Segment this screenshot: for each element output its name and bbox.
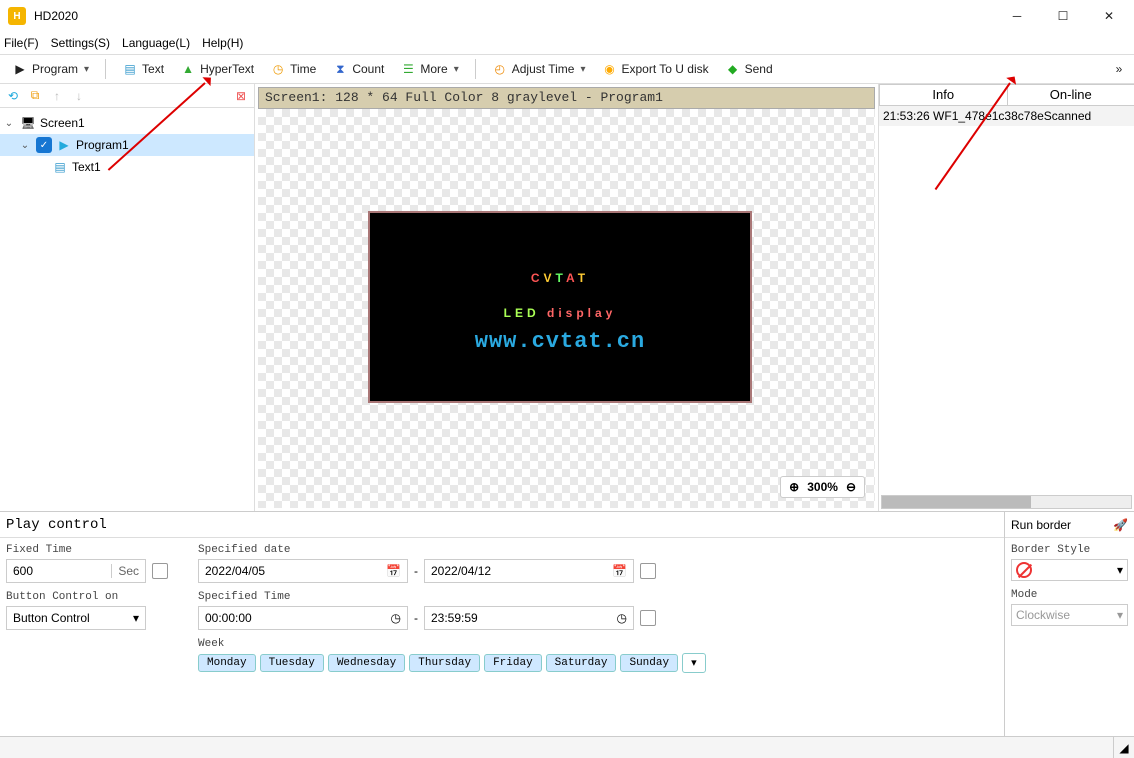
maximize-button[interactable]: ☐ xyxy=(1040,1,1086,31)
hourglass-icon: ⧗ xyxy=(332,61,348,77)
border-style-select[interactable]: ▾ xyxy=(1011,559,1128,581)
tree-screen[interactable]: ⌄🖥 Screen1 xyxy=(0,112,254,134)
zoom-out-icon[interactable]: ⊖ xyxy=(846,480,856,494)
zoom-control[interactable]: ⊕ 300% ⊖ xyxy=(780,476,865,498)
time-to-input[interactable]: 23:59:59◷ xyxy=(424,606,634,630)
time-from-input[interactable]: 00:00:00◷ xyxy=(198,606,408,630)
calendar-icon: 📅 xyxy=(612,564,627,578)
specified-time-label: Specified Time xyxy=(198,591,998,603)
time-button[interactable]: ◷Time xyxy=(264,59,322,79)
tab-info[interactable]: Info xyxy=(879,84,1008,105)
adjust-time-button[interactable]: ◴Adjust Time▾ xyxy=(486,59,592,79)
copy-icon[interactable]: ⧉ xyxy=(26,87,44,105)
day-friday[interactable]: Friday xyxy=(484,654,542,672)
zoom-level: 300% xyxy=(807,480,838,494)
log-scrollbar[interactable] xyxy=(881,495,1132,509)
day-wednesday[interactable]: Wednesday xyxy=(328,654,405,672)
calendar-icon: 📅 xyxy=(386,564,401,578)
app-icon: H xyxy=(8,7,26,25)
menu-help[interactable]: Help(H) xyxy=(202,36,243,50)
tab-online[interactable]: On-line xyxy=(1007,84,1134,105)
project-tree: ⌄🖥 Screen1 ⌄ ✓ ▶ Program1 ▤ Text1 xyxy=(0,108,254,511)
preview-canvas[interactable]: CVTAT LED display www.cvtat.cn ⊕ 300% ⊖ xyxy=(258,109,875,508)
day-tuesday[interactable]: Tuesday xyxy=(260,654,324,672)
hypertext-icon: ▲ xyxy=(180,61,196,77)
tree-toolbar: ⟲ ⧉ ↑ ↓ ⊠ xyxy=(0,84,254,108)
export-udisk-button[interactable]: ◉Export To U disk xyxy=(595,59,714,79)
resize-grip-icon[interactable]: ◢ xyxy=(1114,737,1134,758)
more-button[interactable]: ☰More▾ xyxy=(394,59,464,79)
menu-settings[interactable]: Settings(S) xyxy=(51,36,110,50)
day-dropdown[interactable]: ▾ xyxy=(682,653,706,673)
date-checkbox[interactable] xyxy=(640,563,656,579)
run-border-header: Run border xyxy=(1011,518,1071,532)
day-sunday[interactable]: Sunday xyxy=(620,654,678,672)
week-days: Monday Tuesday Wednesday Thursday Friday… xyxy=(198,653,998,673)
play-icon: ▶ xyxy=(56,137,72,153)
statusbar: ◢ xyxy=(0,736,1134,758)
monitor-icon: 🖥 xyxy=(20,115,36,131)
led-line3: www.cvtat.cn xyxy=(475,329,645,354)
rocket-icon[interactable]: 🚀 xyxy=(1113,518,1128,532)
log-row[interactable]: 21:53:26 WF1_478e1c38c78eScanned xyxy=(879,106,1134,126)
led-line2: LED display xyxy=(504,295,617,325)
menu-language[interactable]: Language(L) xyxy=(122,36,190,50)
button-control-label: Button Control on xyxy=(6,591,186,603)
led-preview: CVTAT LED display www.cvtat.cn xyxy=(368,211,752,403)
play-control-header: Play control xyxy=(0,512,1004,538)
clock-icon: ◷ xyxy=(270,61,286,77)
week-label: Week xyxy=(198,638,998,650)
log-list: 21:53:26 WF1_478e1c38c78eScanned xyxy=(879,106,1134,493)
clock-sync-icon: ◴ xyxy=(492,61,508,77)
clock-icon: ◷ xyxy=(391,611,401,625)
checkbox-checked-icon[interactable]: ✓ xyxy=(36,137,52,153)
canvas-header: Screen1: 128 * 64 Full Color 8 graylevel… xyxy=(258,87,875,109)
text-icon: ▤ xyxy=(122,61,138,77)
list-icon: ☰ xyxy=(400,61,416,77)
day-saturday[interactable]: Saturday xyxy=(546,654,617,672)
fixed-time-checkbox[interactable] xyxy=(152,563,168,579)
down-icon[interactable]: ↓ xyxy=(70,87,88,105)
close-button[interactable]: ✕ xyxy=(1086,1,1132,31)
up-icon[interactable]: ↑ xyxy=(48,87,66,105)
toolbar-overflow[interactable]: » xyxy=(1110,62,1128,76)
tree-text[interactable]: ▤ Text1 xyxy=(0,156,254,178)
clock-icon: ◷ xyxy=(617,611,627,625)
refresh-icon[interactable]: ⟲ xyxy=(4,87,22,105)
text-button[interactable]: ▤Text xyxy=(116,59,170,79)
menubar: File(F) Settings(S) Language(L) Help(H) xyxy=(0,32,1134,54)
day-monday[interactable]: Monday xyxy=(198,654,256,672)
none-icon xyxy=(1016,562,1032,578)
minimize-button[interactable]: ─ xyxy=(994,1,1040,31)
led-line1: CVTAT xyxy=(531,260,589,291)
main-toolbar: ▶Program▾ ▤Text ▲HyperText ◷Time ⧗Count … xyxy=(0,54,1134,84)
specified-date-label: Specified date xyxy=(198,544,998,556)
play-icon: ▶ xyxy=(12,61,28,77)
mode-label: Mode xyxy=(1011,589,1128,601)
usb-icon: ◉ xyxy=(601,61,617,77)
fixed-time-input[interactable]: 600Sec xyxy=(6,559,146,583)
delete-icon[interactable]: ⊠ xyxy=(232,87,250,105)
text-icon: ▤ xyxy=(52,159,68,175)
border-style-label: Border Style xyxy=(1011,544,1128,556)
fixed-time-label: Fixed Time xyxy=(6,544,186,556)
time-checkbox[interactable] xyxy=(640,610,656,626)
button-control-select[interactable]: Button Control▾ xyxy=(6,606,146,630)
count-button[interactable]: ⧗Count xyxy=(326,59,390,79)
send-button[interactable]: ◆Send xyxy=(719,59,779,79)
mode-select[interactable]: Clockwise▾ xyxy=(1011,604,1128,626)
day-thursday[interactable]: Thursday xyxy=(409,654,480,672)
window-title: HD2020 xyxy=(34,9,994,23)
menu-file[interactable]: File(F) xyxy=(4,36,39,50)
date-to-input[interactable]: 2022/04/12📅 xyxy=(424,559,634,583)
program-button[interactable]: ▶Program▾ xyxy=(6,59,95,79)
zoom-in-icon[interactable]: ⊕ xyxy=(789,480,799,494)
date-from-input[interactable]: 2022/04/05📅 xyxy=(198,559,408,583)
send-icon: ◆ xyxy=(725,61,741,77)
